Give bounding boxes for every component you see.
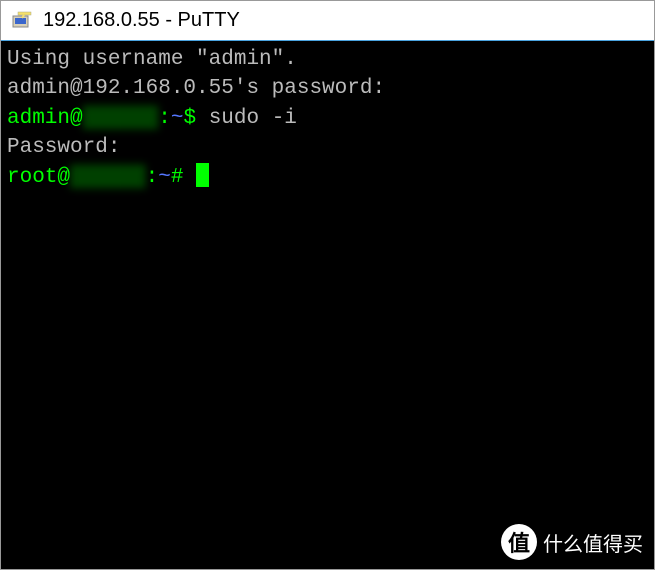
terminal-output-line: Using username "admin". [7,45,648,74]
window-title: 192.168.0.55 - PuTTY [43,9,240,32]
terminal-prompt-line: root@██████:~# [7,163,648,192]
putty-icon [11,10,33,32]
watermark-badge-icon: 值 [501,524,537,560]
cursor-icon [196,163,209,187]
watermark-text: 什么值得买 [543,528,643,557]
watermark: 值 什么值得买 [501,524,643,560]
terminal-prompt-line: admin@██████:~$ sudo -i [7,104,648,133]
terminal-output-line: Password: [7,133,648,162]
putty-window: 192.168.0.55 - PuTTY Using username "adm… [0,0,655,570]
terminal-area[interactable]: Using username "admin". admin@192.168.0.… [1,41,654,569]
titlebar[interactable]: 192.168.0.55 - PuTTY [1,1,654,41]
terminal-command: sudo -i [209,107,297,130]
terminal-output-line: admin@192.168.0.55's password: [7,74,648,103]
